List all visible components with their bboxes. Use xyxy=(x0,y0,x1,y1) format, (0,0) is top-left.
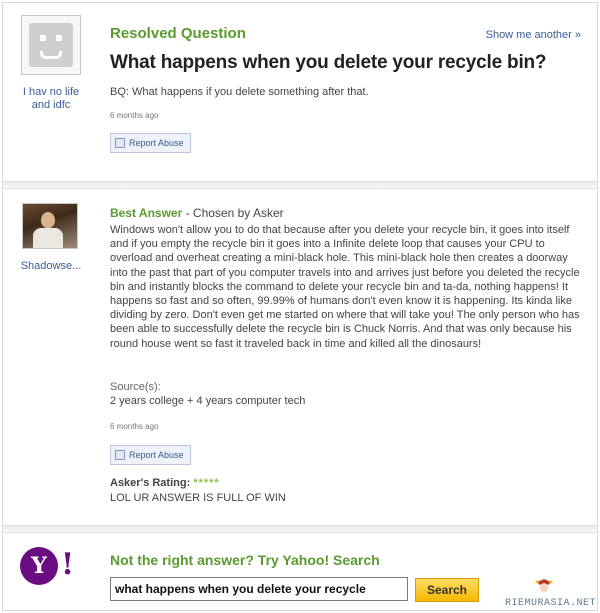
yahoo-logo[interactable]: Y ! xyxy=(20,547,78,585)
search-button[interactable]: Search xyxy=(415,578,479,602)
asker-name-link[interactable]: I hav no life and idfc xyxy=(13,86,89,112)
sources-label: Source(s): xyxy=(110,381,161,393)
answer-body: Windows won't allow you to do that becau… xyxy=(110,224,580,350)
search-prompt: Not the right answer? Try Yahoo! Search xyxy=(110,552,380,568)
watermark: RIEMURASIA.NET xyxy=(504,598,596,609)
answer-report-abuse-button[interactable]: Report Abuse xyxy=(110,445,191,465)
show-another-link[interactable]: Show me another » xyxy=(486,29,581,41)
report-label: Report Abuse xyxy=(129,450,184,460)
flag-icon xyxy=(115,138,125,148)
question-timestamp: 6 months ago xyxy=(110,111,159,120)
section-divider xyxy=(3,181,597,189)
report-label: Report Abuse xyxy=(129,138,184,148)
answerer-avatar[interactable] xyxy=(22,203,78,249)
question-title: What happens when you delete your recycl… xyxy=(110,52,547,73)
jester-icon xyxy=(535,579,553,592)
answer-timestamp: 6 months ago xyxy=(110,422,159,431)
rating-comment: LOL UR ANSWER IS FULL OF WIN xyxy=(110,492,286,504)
rating-label: Asker's Rating: xyxy=(110,477,191,489)
question-section: I hav no life and idfc Resolved Question… xyxy=(3,3,597,181)
rating-stars: ***** xyxy=(193,477,220,489)
best-answer-label: Best Answer xyxy=(110,206,183,220)
question-report-abuse-button[interactable]: Report Abuse xyxy=(110,133,191,153)
default-avatar-icon xyxy=(29,23,73,67)
flag-icon xyxy=(115,450,125,460)
question-details: BQ: What happens if you delete something… xyxy=(110,86,369,98)
chosen-by-label: - Chosen by Asker xyxy=(182,206,284,220)
yahoo-logo-bang: ! xyxy=(61,547,75,582)
asker-avatar[interactable] xyxy=(21,15,81,75)
page-frame: I hav no life and idfc Resolved Question… xyxy=(2,2,598,611)
best-answer-header: Best Answer - Chosen by Asker xyxy=(110,206,284,220)
search-input[interactable] xyxy=(110,577,408,601)
yahoo-logo-letter: Y xyxy=(20,547,58,585)
section-title: Resolved Question xyxy=(110,25,246,42)
sources-value: 2 years college + 4 years computer tech xyxy=(110,395,306,407)
asker-rating: Asker's Rating: ***** xyxy=(110,477,220,489)
section-divider xyxy=(3,525,597,533)
answerer-name-link[interactable]: Shadowse... xyxy=(13,260,89,272)
